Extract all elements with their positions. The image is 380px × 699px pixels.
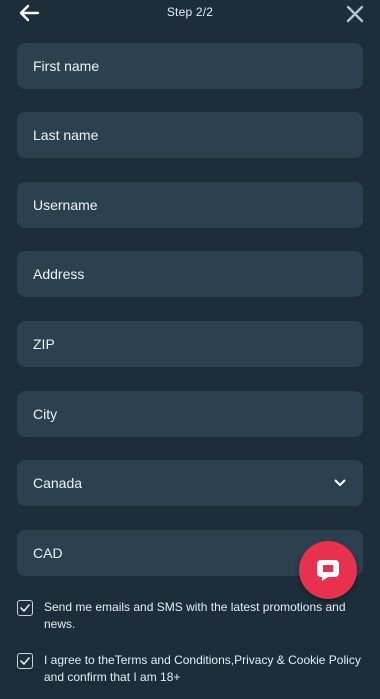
terms-consent: I agree to theTerms and Conditions,Priva… (17, 652, 363, 686)
currency-value: CAD (33, 545, 63, 561)
chat-bubble-icon (317, 560, 339, 581)
zip-field[interactable]: ZIP (17, 321, 363, 367)
city-placeholder: City (33, 406, 58, 422)
chat-button[interactable] (299, 541, 357, 599)
city-field[interactable]: City (17, 391, 363, 437)
address-field[interactable]: Address (17, 251, 363, 297)
country-value: Canada (33, 475, 83, 491)
close-icon (346, 5, 364, 23)
step-indicator: Step 2/2 (166, 5, 214, 19)
marketing-consent-text: Send me emails and SMS with the latest p… (44, 600, 346, 631)
username-placeholder: Username (33, 197, 98, 213)
country-select[interactable]: Canada (17, 460, 363, 506)
chevron-down-icon (333, 476, 347, 490)
address-placeholder: Address (33, 266, 85, 282)
first-name-field[interactable]: First name (17, 43, 363, 89)
marketing-consent: Send me emails and SMS with the latest p… (17, 599, 363, 633)
last-name-field[interactable]: Last name (17, 112, 363, 158)
close-button[interactable] (344, 3, 366, 25)
header: Step 2/2 (0, 0, 380, 28)
zip-placeholder: ZIP (33, 336, 55, 352)
username-field[interactable]: Username (17, 182, 363, 228)
terms-consent-text[interactable]: I agree to theTerms and Conditions,Priva… (44, 652, 363, 686)
checkmark-icon (20, 657, 30, 665)
last-name-placeholder: Last name (33, 127, 99, 143)
first-name-placeholder: First name (33, 58, 100, 74)
terms-checkbox[interactable] (17, 653, 33, 669)
checkmark-icon (20, 604, 30, 612)
marketing-checkbox[interactable] (17, 600, 33, 616)
